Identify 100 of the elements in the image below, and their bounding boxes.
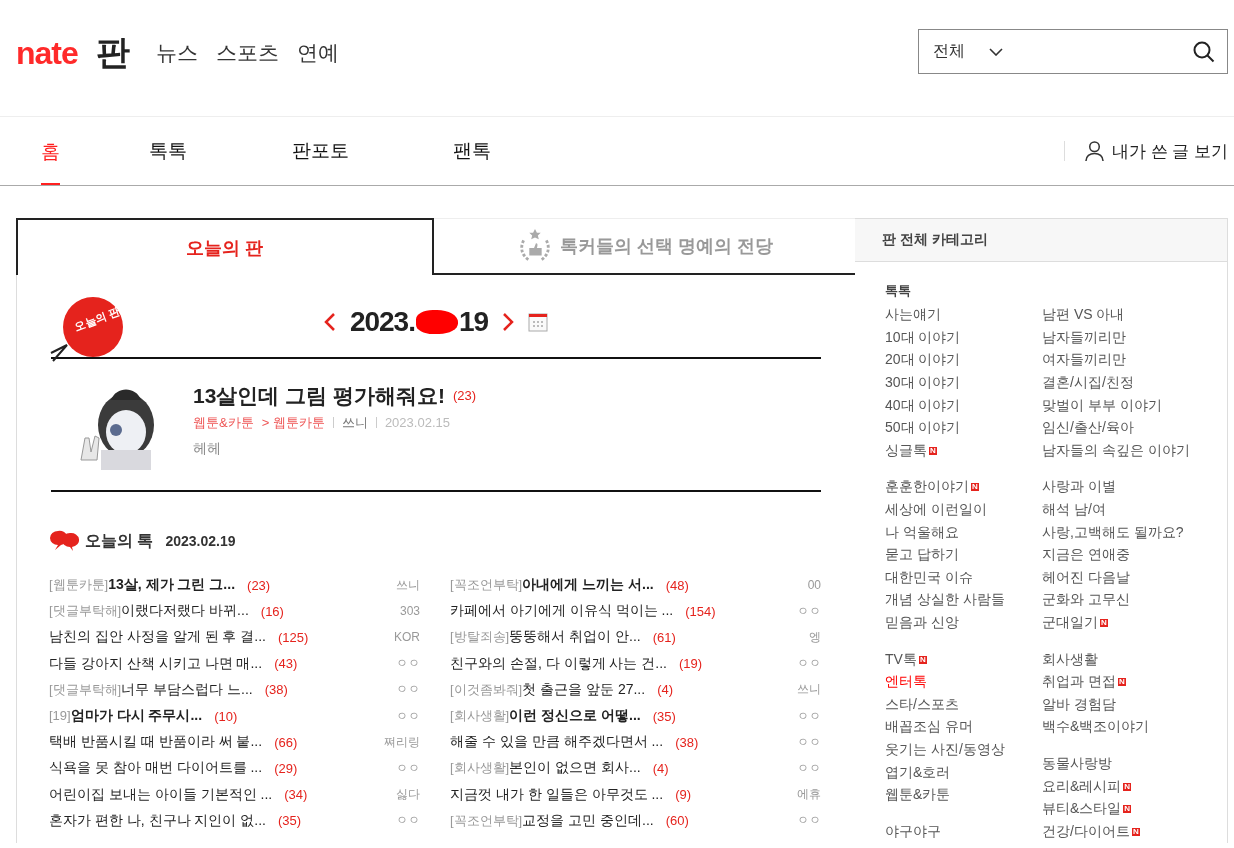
category-link[interactable]: 20대 이야기: [885, 351, 961, 370]
header-link[interactable]: 뉴스: [155, 39, 198, 67]
category-link[interactable]: 믿음과 신앙: [885, 614, 959, 632]
author-name: 쓰니: [396, 576, 420, 594]
category-link[interactable]: 군화와 고무신: [1042, 591, 1130, 610]
category-link[interactable]: 웹툰&카툰: [885, 786, 951, 805]
search-field[interactable]: 전체: [918, 29, 1228, 74]
category-link[interactable]: 세상에 이런일이: [885, 501, 987, 520]
category-link[interactable]: 엔터톡: [885, 673, 927, 692]
nav-tab[interactable]: 톡톡: [92, 117, 244, 185]
category-link[interactable]: TV톡: [885, 650, 917, 669]
pann-logo[interactable]: 판: [95, 30, 130, 76]
category-link[interactable]: 사랑과 이별: [1042, 478, 1116, 497]
search-icon[interactable]: [1193, 40, 1215, 63]
my-posts-link[interactable]: 내가 쓴 글 보기: [1063, 141, 1234, 161]
category-link[interactable]: 지금은 연애중: [1042, 546, 1130, 565]
category-link[interactable]: 사랑,고백해도 될까요?: [1042, 523, 1184, 542]
post-link[interactable]: 해줄 수 있을 만큼 해주겠다면서 ...: [450, 733, 664, 752]
category-link[interactable]: 웃기는 사진/동영상: [885, 741, 1005, 759]
category-link[interactable]: 백수&백조이야기: [1042, 718, 1150, 737]
category-link[interactable]: 뷰티&스타일: [1042, 800, 1122, 819]
category-link[interactable]: 스타/스포츠: [885, 695, 959, 714]
comment-count: (16): [260, 603, 284, 619]
post-link[interactable]: 어린이집 보내는 아이들 기본적인 ...: [49, 785, 273, 804]
category-link[interactable]: 훈훈한이야기: [885, 478, 969, 497]
comment-count: (4): [657, 682, 674, 698]
new-badge: N: [918, 655, 927, 664]
comment-count: (4): [652, 760, 669, 776]
category-link[interactable]: 사는얘기: [885, 306, 941, 325]
category-link[interactable]: 군대일기: [1042, 614, 1098, 632]
author-name: 쓰니: [797, 681, 821, 699]
search-scope-dropdown[interactable]: 전체: [933, 41, 1003, 62]
category-link[interactable]: 개념 상실한 사람들: [885, 591, 1005, 610]
category-heading: 톡톡: [885, 282, 912, 300]
chevron-down-icon: [989, 47, 1003, 56]
category-link[interactable]: 남자들의 속깊은 이야기: [1042, 441, 1190, 460]
author-name: KOR: [394, 630, 420, 645]
post-link[interactable]: [회사생활]본인이 없으면 회사...: [450, 759, 641, 778]
category-link[interactable]: 헤어진 다음날: [1042, 568, 1130, 587]
category-link[interactable]: 50대 이야기: [885, 419, 961, 438]
category-link[interactable]: 대한민국 이슈: [885, 568, 973, 587]
category-link[interactable]: 취업과 면접: [1042, 673, 1116, 692]
post-link[interactable]: [방탈죄송]뚱뚱해서 취업이 안...: [450, 628, 641, 647]
post-link[interactable]: 택배 반품시킬 때 반품이라 써 붙...: [49, 733, 263, 752]
post-link[interactable]: 카페에서 아기에게 이유식 먹이는 ...: [450, 602, 674, 621]
post-link[interactable]: [댓글부탁해]너무 부담스럽다 느...: [49, 680, 253, 699]
category-link[interactable]: 30대 이야기: [885, 374, 961, 393]
category-link[interactable]: 야구야구: [885, 822, 941, 841]
category-link[interactable]: 해석 남/여: [1042, 501, 1106, 520]
post-link[interactable]: 친구와의 손절, 다 이렇게 사는 건...: [450, 654, 667, 673]
category-link[interactable]: 40대 이야기: [885, 396, 961, 415]
post-link[interactable]: 식욕을 못 참아 매번 다이어트를 ...: [49, 759, 263, 778]
category-link[interactable]: 10대 이야기: [885, 328, 961, 347]
featured-post-title[interactable]: 13살인데 그림 평가해줘요!: [193, 381, 446, 410]
category-link[interactable]: 임신/출산/육아: [1042, 419, 1134, 438]
post-link[interactable]: [이것좀봐줘]첫 출근을 앞둔 27...: [450, 680, 646, 699]
category-link[interactable]: 결혼/시집/친정: [1042, 374, 1134, 393]
post-link[interactable]: 남친의 집안 사정을 알게 된 후 결...: [49, 628, 266, 647]
comment-count: (48): [665, 577, 689, 593]
calendar-icon[interactable]: [528, 312, 549, 332]
comment-count: (38): [264, 682, 288, 698]
nav-tab[interactable]: 판포토: [244, 117, 396, 185]
category-link[interactable]: 맞벌이 부부 이야기: [1042, 396, 1162, 415]
category-link[interactable]: 남편 VS 아내: [1042, 306, 1125, 325]
category-link[interactable]: 묻고 답하기: [885, 546, 959, 565]
category-link[interactable]: 나 억울해요: [885, 523, 959, 542]
post-link[interactable]: 지금껏 내가 한 일들은 아무것도 ...: [450, 785, 664, 804]
category-link[interactable]: 웹툰&카툰: [193, 413, 254, 432]
category-link[interactable]: 요리&레시피: [1042, 777, 1122, 796]
nav-tab[interactable]: 팬톡: [396, 117, 548, 185]
nate-logo[interactable]: nate: [16, 34, 78, 72]
category-link[interactable]: 엽기&호러: [885, 763, 951, 782]
category-link[interactable]: 건강/다이어트: [1042, 822, 1130, 841]
post-link[interactable]: [웹툰카툰]13살, 제가 그린 그...: [49, 576, 236, 595]
category-link[interactable]: 알바 경험담: [1042, 695, 1116, 714]
section-tab[interactable]: 오늘의 판: [16, 218, 434, 275]
category-link[interactable]: 남자들끼리만: [1042, 328, 1126, 347]
category-link[interactable]: 회사생활: [1042, 650, 1098, 669]
new-badge: N: [971, 483, 979, 492]
author-name: ㅇㅇ: [797, 602, 821, 620]
nav-tab[interactable]: 홈: [8, 117, 92, 185]
subcategory-link[interactable]: > 웹툰카툰: [261, 413, 325, 432]
header-link[interactable]: 스포츠: [215, 39, 279, 67]
post-link[interactable]: [꼭조언부탁]교정을 고민 중인데...: [450, 811, 654, 830]
post-link[interactable]: 혼자가 편한 나, 친구나 지인이 없...: [49, 811, 266, 830]
author-name: ㅇㅇ: [797, 707, 821, 725]
author-name: ㅇㅇ: [396, 812, 420, 830]
category-link[interactable]: 동물사랑방: [1042, 755, 1112, 773]
comment-count: (34): [284, 787, 308, 803]
post-link[interactable]: [19]엄마가 다시 주무시...: [49, 707, 203, 726]
post-link[interactable]: [회사생활]이런 정신으로 어떻...: [450, 707, 641, 726]
category-link[interactable]: 여자들끼리만: [1042, 351, 1126, 370]
post-link[interactable]: 다들 강아지 산책 시키고 나면 매...: [49, 654, 263, 673]
post-date: 2023.02.15: [384, 415, 450, 430]
post-link[interactable]: [댓글부탁해]이랬다저랬다 바뀌...: [49, 602, 249, 621]
post-link[interactable]: [꼭조언부탁]아내에게 느끼는 서...: [450, 576, 654, 595]
category-link[interactable]: 배꼽조심 유머: [885, 718, 973, 737]
new-badge: N: [1100, 619, 1108, 627]
header-link[interactable]: 연예: [296, 39, 339, 67]
category-link[interactable]: 싱글톡: [885, 441, 927, 460]
